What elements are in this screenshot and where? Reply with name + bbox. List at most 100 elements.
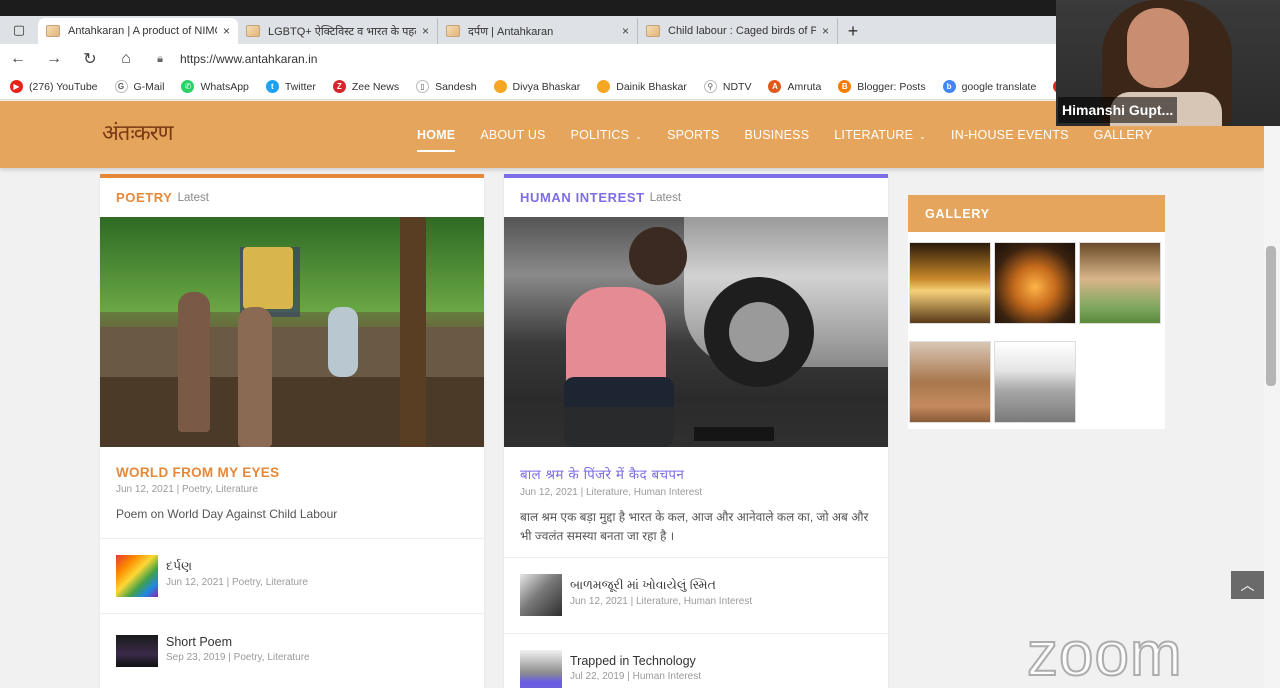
address-bar: ← → ↻ ⌂ 🔒︎ https://www.antahkaran.in	[0, 44, 1056, 74]
bookmark-item[interactable]: ▯ Sandesh	[416, 80, 477, 93]
tab-darpan[interactable]: दर्पण | Antahkaran ×	[438, 18, 638, 44]
human-interest-main-excerpt: बाल श्रम एक बड़ा मुद्दा है भारत के कल, आ…	[520, 510, 869, 543]
gallery-thumbnail[interactable]	[909, 242, 991, 324]
list-item-meta: Sep 23, 2019 | Poetry, Literature	[166, 652, 310, 663]
site-logo[interactable]: अंतःकरण	[102, 117, 174, 147]
tab-antahkaran-home[interactable]: Antahkaran | A product of NIMC ×	[38, 18, 238, 44]
site-favicon-icon	[646, 25, 660, 37]
nav-item-home[interactable]: HOME	[417, 128, 456, 152]
list-item-title[interactable]: બાળમજૂરી માં ખોવાયેલું સ્મિત	[570, 578, 752, 593]
bookmark-favicon-icon: B	[838, 80, 852, 93]
divider	[100, 538, 484, 539]
tab-close-icon[interactable]: ×	[822, 24, 829, 38]
site-favicon-icon	[246, 25, 260, 37]
site-favicon-icon	[446, 25, 460, 37]
divider	[504, 557, 888, 558]
bookmark-item[interactable]: ▶ (276) YouTube	[10, 80, 98, 93]
section-latest-label: Latest	[177, 191, 209, 204]
bookmark-label: Sandesh	[435, 80, 477, 93]
list-item[interactable]: દર્પણ Jun 12, 2021 | Poetry, Literature	[116, 555, 308, 597]
tab-close-icon[interactable]: ×	[422, 24, 429, 38]
chevron-down-icon: ⌄	[919, 132, 927, 141]
poetry-featured-image[interactable]	[100, 217, 484, 447]
nav-item-about-us[interactable]: ABOUT US	[480, 128, 545, 142]
nav-item-sports[interactable]: SPORTS	[667, 128, 719, 142]
reload-icon[interactable]: ↻	[72, 44, 108, 74]
bookmark-item[interactable]: A Amruta	[768, 80, 821, 93]
list-item[interactable]: Short Poem Sep 23, 2019 | Poetry, Litera…	[116, 635, 310, 667]
human-interest-section: HUMAN INTEREST Latest बाल श्रम के पिंजरे…	[504, 174, 888, 688]
gallery-thumbnail[interactable]	[909, 341, 991, 423]
list-item[interactable]: બાળમજૂરી માં ખોવાયેલું સ્મિત Jun 12, 202…	[520, 574, 752, 616]
tab-child-labour[interactable]: Child labour : Caged birds of Pre ×	[638, 18, 838, 44]
post-thumbnail[interactable]	[116, 635, 158, 667]
tab-lgbtq-article[interactable]: LGBTQ+ ऐक्टिविस्ट व भारत के पहले ×	[238, 18, 438, 44]
bookmark-item[interactable]: G G-Mail	[114, 80, 165, 93]
nav-item-gallery[interactable]: GALLERY	[1094, 128, 1153, 142]
bookmark-item[interactable]: B Blogger: Posts	[838, 80, 926, 93]
list-item-title[interactable]: Trapped in Technology	[570, 654, 701, 668]
bookmark-item[interactable]: b google translate	[942, 80, 1036, 93]
scrollbar-thumb[interactable]	[1266, 246, 1276, 386]
gallery-title: GALLERY	[908, 195, 1165, 232]
nav-item-label: BUSINESS	[744, 128, 810, 142]
nav-item-label: SPORTS	[667, 128, 720, 142]
bookmark-label: G-Mail	[133, 80, 165, 93]
gallery-widget: GALLERY	[908, 195, 1165, 429]
nav-item-business[interactable]: BUSINESS	[744, 128, 809, 142]
new-tab-button[interactable]: +	[838, 18, 868, 44]
poetry-section: POETRY Latest WORLD FROM MY EYES Jun 12,…	[100, 174, 484, 688]
list-item-meta: Jun 12, 2021 | Poetry, Literature	[166, 577, 308, 588]
url-text: https://www.antahkaran.in	[180, 52, 318, 66]
poetry-main-title[interactable]: WORLD FROM MY EYES	[100, 447, 484, 480]
bookmark-item[interactable]: ✆ WhatsApp	[181, 80, 249, 93]
bookmark-item[interactable]: t Twitter	[265, 80, 316, 93]
bookmark-item[interactable]: Divya Bhaskar	[493, 80, 581, 93]
section-category[interactable]: HUMAN INTEREST	[520, 190, 645, 205]
nav-item-label: LITERATURE	[834, 128, 914, 142]
list-item-meta: Jun 12, 2021 | Literature, Human Interes…	[570, 596, 753, 607]
bookmark-favicon-icon: ⚲	[703, 80, 717, 93]
scrollbar-track[interactable]	[1264, 101, 1280, 688]
tab-title: Antahkaran | A product of NIMC	[68, 25, 217, 37]
nav-item-literature[interactable]: LITERATURE ⌄	[834, 128, 926, 142]
bookmark-label: Twitter	[284, 80, 316, 93]
human-interest-main-meta: Jun 12, 2021 | Literature, Human Interes…	[520, 487, 703, 498]
nav-item-in-house-events[interactable]: IN-HOUSE EVENTS	[951, 128, 1069, 142]
human-interest-featured-image[interactable]	[504, 217, 888, 447]
tab-close-icon[interactable]: ×	[622, 24, 629, 38]
divider	[100, 613, 484, 614]
back-arrow-icon[interactable]: ←	[0, 44, 36, 74]
gallery-thumbnail[interactable]	[994, 341, 1076, 423]
bookmark-item[interactable]: Dainik Bhaskar	[597, 80, 687, 93]
list-item-title[interactable]: Short Poem	[166, 635, 310, 649]
poetry-section-header: POETRY Latest	[100, 178, 484, 217]
post-thumbnail[interactable]	[116, 555, 158, 597]
bookmark-label: Divya Bhaskar	[512, 80, 581, 93]
nav-item-politics[interactable]: POLITICS ⌄	[571, 128, 642, 142]
post-thumbnail[interactable]	[520, 574, 562, 616]
bookmark-item[interactable]: ⚲ NDTV	[703, 80, 751, 93]
bookmark-favicon-icon: ▶	[10, 80, 23, 93]
url-input[interactable]: 🔒︎ https://www.antahkaran.in	[150, 47, 1030, 71]
scroll-to-top-button[interactable]: ︿	[1231, 571, 1264, 599]
bookmark-item[interactable]: Z Zee News	[332, 80, 399, 93]
human-interest-main-title[interactable]: बाल श्रम के पिंजरे में कैद बचपन	[504, 447, 888, 483]
bookmark-favicon-icon: G	[114, 80, 128, 93]
gallery-thumbnail[interactable]	[994, 242, 1076, 324]
list-item-title[interactable]: દર્પણ	[166, 559, 308, 574]
forward-arrow-icon[interactable]: →	[36, 44, 72, 74]
window-menu-icon[interactable]: ▢	[0, 16, 38, 44]
bookmark-favicon-icon: Z	[332, 80, 346, 93]
bookmark-favicon-icon: t	[265, 80, 279, 93]
list-item[interactable]: Trapped in Technology Jul 22, 2019 | Hum…	[520, 650, 701, 688]
tab-close-icon[interactable]: ×	[223, 24, 230, 38]
section-category[interactable]: POETRY	[116, 190, 173, 205]
bookmark-label: (276) YouTube	[29, 80, 98, 93]
post-thumbnail[interactable]	[520, 650, 562, 688]
home-icon[interactable]: ⌂	[108, 44, 144, 74]
gallery-thumbnail[interactable]	[1079, 242, 1161, 324]
bookmark-favicon-icon	[597, 80, 611, 93]
bookmark-label: WhatsApp	[200, 80, 249, 93]
bookmark-favicon-icon: ✆	[181, 80, 195, 93]
